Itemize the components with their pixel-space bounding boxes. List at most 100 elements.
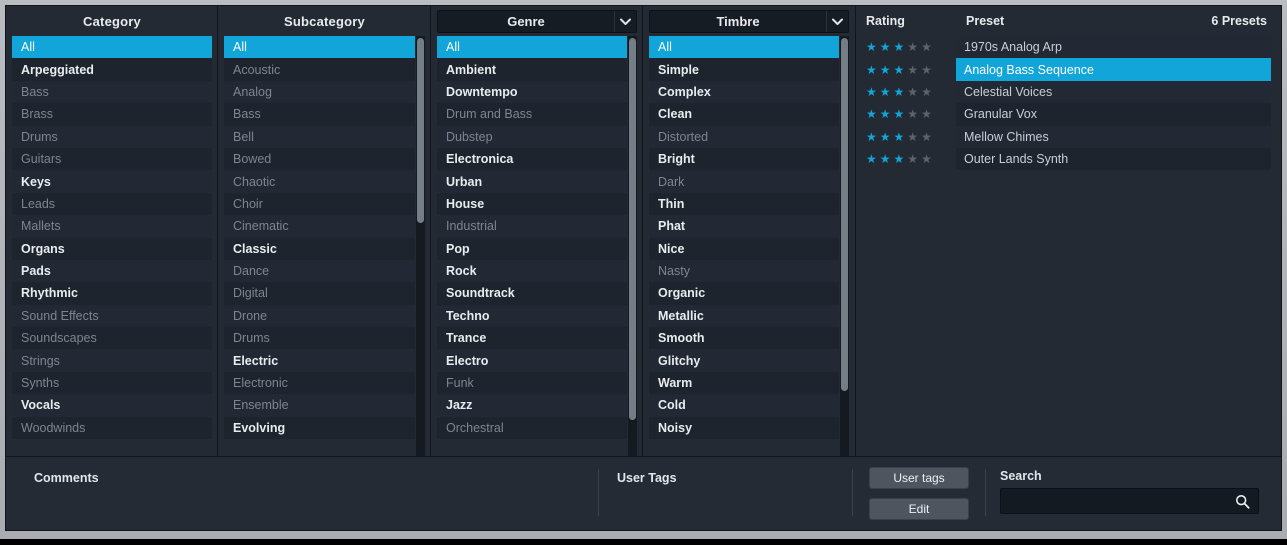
chevron-down-icon[interactable] <box>614 11 636 32</box>
preset-name[interactable]: Mellow Chimes <box>956 125 1271 148</box>
list-item[interactable]: Sound Effects <box>12 304 212 328</box>
list-item[interactable]: Clean <box>649 103 839 126</box>
list-item[interactable]: Bass <box>12 80 212 104</box>
list-item[interactable]: Organic <box>649 282 839 305</box>
genre-scrollbar[interactable] <box>628 36 637 456</box>
list-item[interactable]: Pop <box>437 237 627 260</box>
star-icon[interactable]: ★ <box>866 41 877 53</box>
table-row[interactable]: ★ ★ ★ ★ ★ Celestial Voices <box>856 80 1281 104</box>
list-item[interactable]: Urban <box>437 170 627 193</box>
list-item[interactable]: Drums <box>12 125 212 148</box>
list-item[interactable]: All <box>12 36 212 59</box>
list-item[interactable]: Thin <box>649 192 839 216</box>
list-item[interactable]: Techno <box>437 304 627 328</box>
list-item[interactable]: Complex <box>649 80 839 104</box>
list-item[interactable]: Woodwinds <box>12 416 212 440</box>
list-item[interactable]: Nice <box>649 237 839 260</box>
list-item[interactable]: Trance <box>437 327 627 350</box>
list-item[interactable]: Nasty <box>649 259 839 283</box>
rating-stars[interactable]: ★ ★ ★ ★ ★ <box>866 41 956 53</box>
list-item[interactable]: Keys <box>12 170 212 193</box>
list-item[interactable]: All <box>224 36 415 59</box>
star-icon[interactable]: ★ <box>921 153 932 165</box>
list-item[interactable]: Arpeggiated <box>12 58 212 81</box>
subcategory-list[interactable]: All Acoustic Analog Bass Bell Bowed Chaotic Cho… <box>224 36 415 440</box>
star-icon[interactable]: ★ <box>894 153 905 165</box>
genre-dropdown[interactable]: Genre <box>437 10 637 33</box>
list-item[interactable]: Drums <box>224 327 415 350</box>
list-item[interactable]: Electric <box>224 349 415 372</box>
list-item[interactable]: Ensemble <box>224 394 415 417</box>
list-item[interactable]: House <box>437 192 627 216</box>
star-icon[interactable]: ★ <box>866 64 877 76</box>
category-list[interactable]: All Arpeggiated Bass Brass Drums Guitars Keys L… <box>12 36 212 440</box>
table-row[interactable]: ★ ★ ★ ★ ★ Mellow Chimes <box>856 125 1281 148</box>
list-item[interactable]: Soundtrack <box>437 282 627 305</box>
preset-name[interactable]: 1970s Analog Arp <box>956 36 1271 59</box>
timbre-dropdown[interactable]: Timbre <box>649 10 849 33</box>
list-item[interactable]: Pads <box>12 259 212 283</box>
list-item[interactable]: Digital <box>224 282 415 305</box>
star-icon[interactable]: ★ <box>894 64 905 76</box>
star-icon[interactable]: ★ <box>894 41 905 53</box>
list-item[interactable]: Organs <box>12 237 212 260</box>
list-item[interactable]: Bright <box>649 147 839 171</box>
list-item[interactable]: Dark <box>649 170 839 193</box>
list-item[interactable]: Downtempo <box>437 80 627 104</box>
rating-stars[interactable]: ★ ★ ★ ★ ★ <box>866 153 956 165</box>
list-item[interactable]: Evolving <box>224 416 415 440</box>
list-item[interactable]: Simple <box>649 58 839 81</box>
chevron-down-icon[interactable] <box>826 11 848 32</box>
list-item[interactable]: Jazz <box>437 394 627 417</box>
rating-stars[interactable]: ★ ★ ★ ★ ★ <box>866 64 956 76</box>
list-item[interactable]: Dubstep <box>437 125 627 148</box>
edit-button[interactable]: Edit <box>869 498 969 520</box>
list-item[interactable]: Drone <box>224 304 415 328</box>
list-item[interactable]: Bass <box>224 103 415 126</box>
star-icon[interactable]: ★ <box>866 131 877 143</box>
list-item[interactable]: Choir <box>224 192 415 216</box>
list-item[interactable]: Cold <box>649 394 839 417</box>
list-item[interactable]: Distorted <box>649 125 839 148</box>
preset-name[interactable]: Outer Lands Synth <box>956 147 1271 171</box>
search-input[interactable] <box>1009 494 1235 508</box>
star-icon[interactable]: ★ <box>921 108 932 120</box>
user-tags-button[interactable]: User tags <box>869 467 969 489</box>
genre-list[interactable]: All Ambient Downtempo Drum and Bass Dubstep E… <box>437 36 627 440</box>
user-tags-pane[interactable]: User Tags <box>599 457 852 530</box>
list-item[interactable]: Electro <box>437 349 627 372</box>
list-item[interactable]: Analog <box>224 80 415 104</box>
list-item[interactable]: Electronica <box>437 147 627 171</box>
list-item[interactable]: Vocals <box>12 394 212 417</box>
star-icon[interactable]: ★ <box>866 153 877 165</box>
search-icon[interactable] <box>1235 494 1250 509</box>
list-item[interactable]: Warm <box>649 371 839 395</box>
scrollbar-thumb[interactable] <box>417 38 424 223</box>
star-icon[interactable]: ★ <box>921 86 932 98</box>
scrollbar-thumb[interactable] <box>629 38 636 421</box>
list-item[interactable]: Rock <box>437 259 627 283</box>
comments-pane[interactable]: Comments <box>6 457 598 530</box>
list-item[interactable]: Guitars <box>12 147 212 171</box>
list-item[interactable]: Smooth <box>649 327 839 350</box>
list-item[interactable]: Phat <box>649 215 839 238</box>
list-item[interactable]: Dance <box>224 259 415 283</box>
table-row[interactable]: ★ ★ ★ ★ ★ 1970s Analog Arp <box>856 36 1281 59</box>
star-icon[interactable]: ★ <box>921 41 932 53</box>
list-item[interactable]: Chaotic <box>224 170 415 193</box>
list-item[interactable]: Glitchy <box>649 349 839 372</box>
list-item[interactable]: Classic <box>224 237 415 260</box>
preset-list[interactable]: ★ ★ ★ ★ ★ 1970s Analog Arp ★ ★ ★ ★ ★ Analog Bass Se… <box>856 36 1281 456</box>
star-icon[interactable]: ★ <box>894 86 905 98</box>
list-item[interactable]: Rhythmic <box>12 282 212 305</box>
star-icon[interactable]: ★ <box>880 108 891 120</box>
star-icon[interactable]: ★ <box>907 153 918 165</box>
star-icon[interactable]: ★ <box>880 131 891 143</box>
timbre-scrollbar[interactable] <box>840 36 849 456</box>
star-icon[interactable]: ★ <box>880 64 891 76</box>
list-item[interactable]: All <box>437 36 627 59</box>
list-item[interactable]: Noisy <box>649 416 839 440</box>
rating-stars[interactable]: ★ ★ ★ ★ ★ <box>866 108 956 120</box>
star-icon[interactable]: ★ <box>921 131 932 143</box>
list-item[interactable]: Soundscapes <box>12 327 212 350</box>
